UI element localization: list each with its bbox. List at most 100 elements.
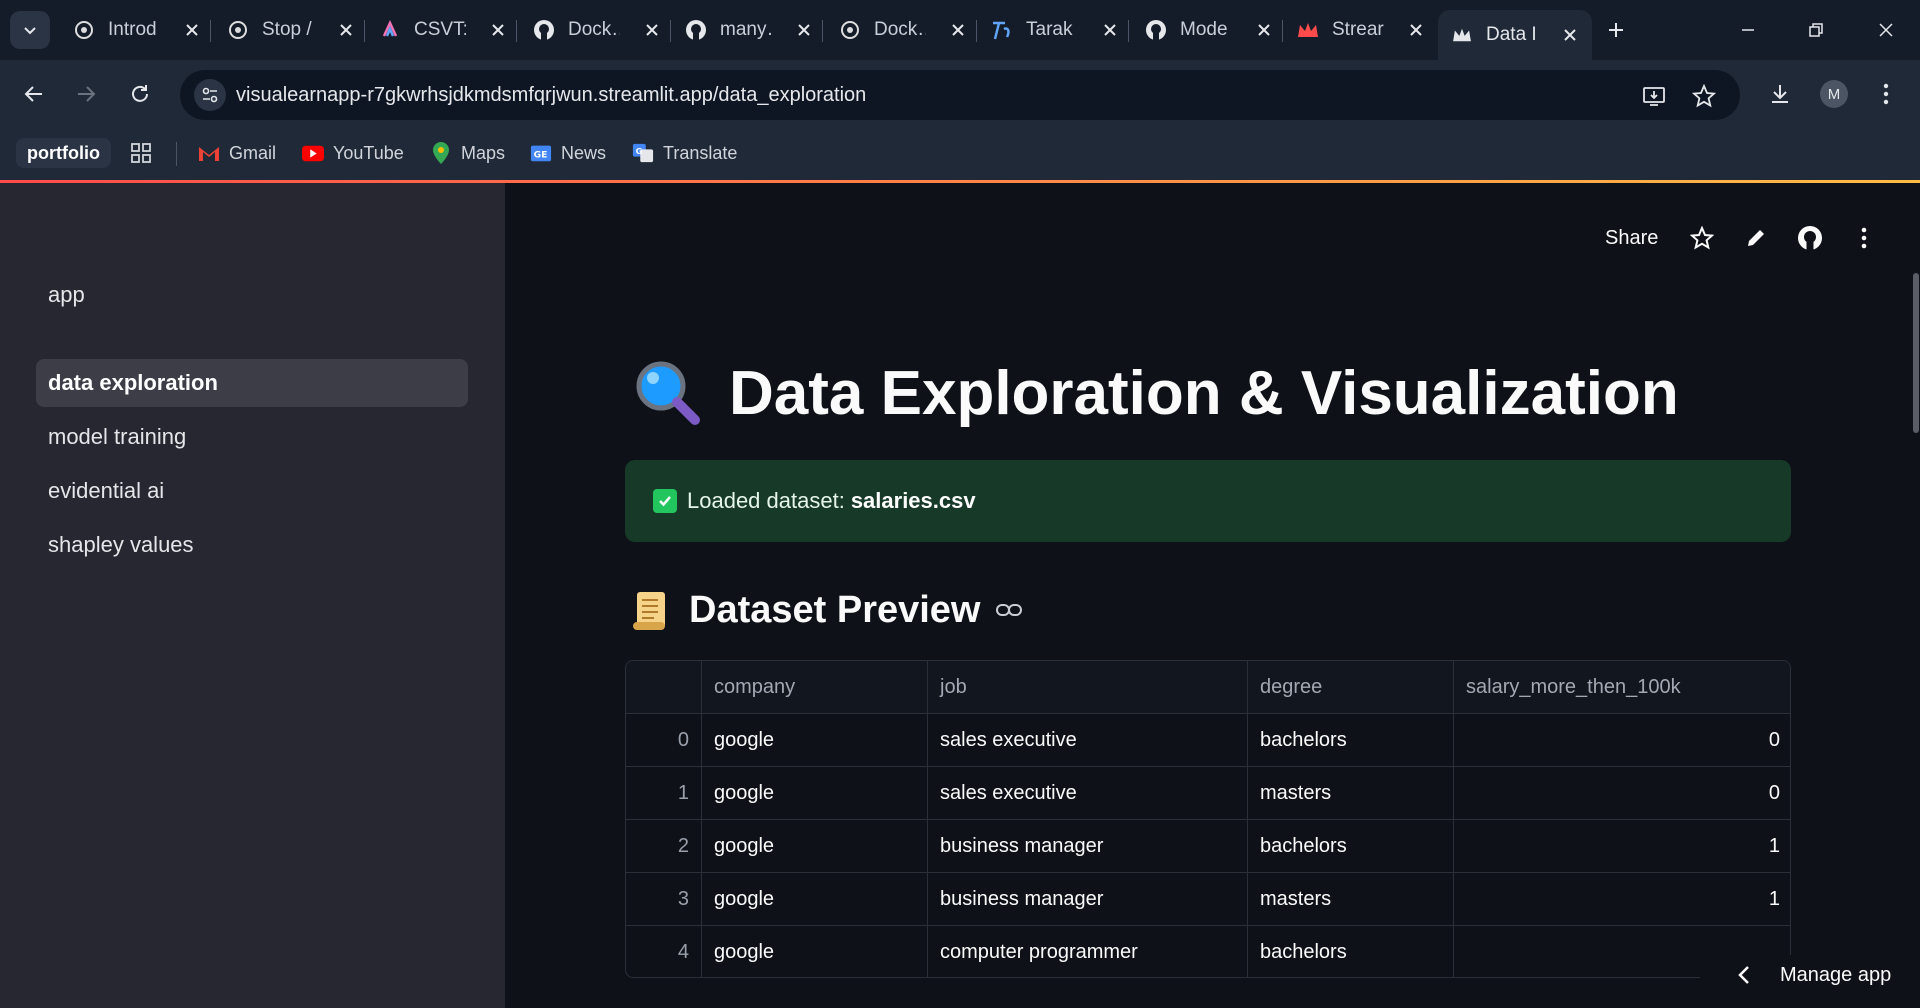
news-icon: GE xyxy=(530,142,552,164)
tab-5[interactable]: many… xyxy=(684,10,814,50)
apps-button[interactable] xyxy=(130,138,152,168)
close-icon[interactable] xyxy=(182,20,202,40)
sidebar-item-app[interactable]: app xyxy=(36,271,468,319)
forward-button[interactable] xyxy=(70,78,102,110)
table-header-index[interactable] xyxy=(626,661,702,713)
downloads-button[interactable] xyxy=(1764,78,1796,110)
tab-2[interactable]: Stop / xyxy=(226,10,356,50)
tab-title: Stop / xyxy=(262,19,312,40)
tab-8[interactable]: Mode xyxy=(1144,10,1274,50)
github-icon xyxy=(684,18,708,42)
bookmark-youtube[interactable]: YouTube xyxy=(302,138,404,168)
sidebar-item-shapley-values[interactable]: shapley values xyxy=(36,521,468,569)
tab-9[interactable]: Strear xyxy=(1296,10,1426,50)
scrollbar[interactable] xyxy=(1913,273,1919,433)
github-button[interactable] xyxy=(1793,221,1827,255)
more-vertical-icon xyxy=(1883,83,1889,105)
bookmarks-divider xyxy=(176,142,177,166)
table-cell-job: business manager xyxy=(928,820,1248,872)
download-icon xyxy=(1772,85,1788,103)
main-content: Share Data Exploration & Visualization L… xyxy=(505,183,1920,1008)
table-row[interactable]: 2 google business manager bachelors 1 xyxy=(626,820,1790,873)
bookmark-portfolio[interactable]: portfolio xyxy=(16,138,111,168)
close-window-button[interactable] xyxy=(1866,14,1906,46)
maps-icon xyxy=(430,142,452,164)
tab-title: Dock… xyxy=(568,19,620,40)
profile-avatar[interactable]: M xyxy=(1820,80,1848,108)
streamlit-crown-icon xyxy=(1296,18,1320,42)
table-cell-job: business manager xyxy=(928,873,1248,925)
tab-divider xyxy=(364,20,365,42)
page-title: Data Exploration & Visualization xyxy=(633,353,1679,433)
browser-menu-button[interactable] xyxy=(1870,78,1902,110)
tab-3[interactable]: CSVT: xyxy=(378,10,508,50)
install-app-button[interactable] xyxy=(1640,82,1668,110)
tab-title: Dock… xyxy=(874,19,926,40)
share-button[interactable]: Share xyxy=(1605,221,1658,255)
close-icon[interactable] xyxy=(948,20,968,40)
minimize-button[interactable] xyxy=(1728,14,1768,46)
address-bar[interactable]: visualearnapp-r7gkwrhsjdkmdsmfqrjwun.str… xyxy=(180,70,1740,120)
main-menu-button[interactable] xyxy=(1847,221,1881,255)
close-icon[interactable] xyxy=(1100,20,1120,40)
bookmark-label: Maps xyxy=(461,142,506,163)
close-icon[interactable] xyxy=(336,20,356,40)
tab-6[interactable]: Dock… xyxy=(838,10,968,50)
table-cell-index: 3 xyxy=(626,873,702,925)
page-title-text: Data Exploration & Visualization xyxy=(729,358,1679,428)
check-icon xyxy=(653,489,677,513)
table-row[interactable]: 4 google computer programmer bachelors xyxy=(626,926,1790,977)
restore-button[interactable] xyxy=(1796,14,1836,46)
close-icon[interactable] xyxy=(642,20,662,40)
tab-4[interactable]: Dock… xyxy=(532,10,662,50)
sidebar-item-model-training[interactable]: model training xyxy=(36,413,468,461)
url-text[interactable]: visualearnapp-r7gkwrhsjdkmdsmfqrjwun.str… xyxy=(236,84,866,107)
tab-strip: Introd Stop / CSVT: Dock… many… xyxy=(0,0,1920,60)
close-icon[interactable] xyxy=(1254,20,1274,40)
bookmark-star-button[interactable] xyxy=(1690,82,1718,110)
tab-title: Data I xyxy=(1486,24,1537,45)
bookmark-maps[interactable]: Maps xyxy=(430,138,505,168)
sidebar-item-evidential-ai[interactable]: evidential ai xyxy=(36,467,468,515)
tab-1[interactable]: Introd xyxy=(72,10,202,50)
table-header-degree[interactable]: degree xyxy=(1248,661,1454,713)
more-vertical-icon xyxy=(1847,221,1881,255)
reload-button[interactable] xyxy=(124,78,156,110)
github-icon xyxy=(1793,221,1827,255)
close-icon[interactable] xyxy=(1560,25,1580,45)
bookmark-news[interactable]: GE News xyxy=(530,138,606,168)
table-header-salary[interactable]: salary_more_then_100k xyxy=(1454,661,1790,713)
bookmark-gmail[interactable]: Gmail xyxy=(198,138,276,168)
table-row[interactable]: 1 google sales executive masters 0 xyxy=(626,767,1790,820)
manage-app-button[interactable]: Manage app xyxy=(1700,955,1892,995)
translate-icon: G xyxy=(632,142,654,164)
close-icon[interactable] xyxy=(1406,20,1426,40)
arrow-right-icon xyxy=(78,86,96,102)
tab-divider xyxy=(670,20,671,42)
dataset-preview-table[interactable]: company job degree salary_more_then_100k… xyxy=(625,660,1791,978)
favorite-button[interactable] xyxy=(1685,221,1719,255)
bookmark-translate[interactable]: G Translate xyxy=(632,138,737,168)
close-icon[interactable] xyxy=(488,20,508,40)
scroll-icon xyxy=(633,592,665,630)
table-cell-index: 0 xyxy=(626,714,702,766)
close-icon[interactable] xyxy=(794,20,814,40)
tab-title: CSVT: xyxy=(414,19,466,40)
tab-7[interactable]: Tarak xyxy=(990,10,1120,50)
table-cell-salary: 0 xyxy=(1768,728,1780,751)
sidebar-item-data-exploration[interactable]: data exploration xyxy=(36,359,468,407)
table-row[interactable]: 0 google sales executive bachelors 0 xyxy=(626,714,1790,767)
tab-10-active[interactable]: Data I xyxy=(1438,10,1592,60)
tab-search-button[interactable] xyxy=(10,11,50,49)
table-header-job[interactable]: job xyxy=(928,661,1248,713)
link-icon[interactable] xyxy=(995,596,1023,624)
table-row[interactable]: 3 google business manager masters 1 xyxy=(626,873,1790,926)
edit-button[interactable] xyxy=(1739,221,1773,255)
table-header-company[interactable]: company xyxy=(702,661,928,713)
tab-divider xyxy=(516,20,517,42)
gmail-icon xyxy=(198,142,220,164)
browser-toolbar: visualearnapp-r7gkwrhsjdkmdsmfqrjwun.str… xyxy=(0,60,1920,128)
back-button[interactable] xyxy=(18,78,50,110)
site-info-button[interactable] xyxy=(194,79,226,111)
new-tab-button[interactable] xyxy=(1600,14,1632,46)
